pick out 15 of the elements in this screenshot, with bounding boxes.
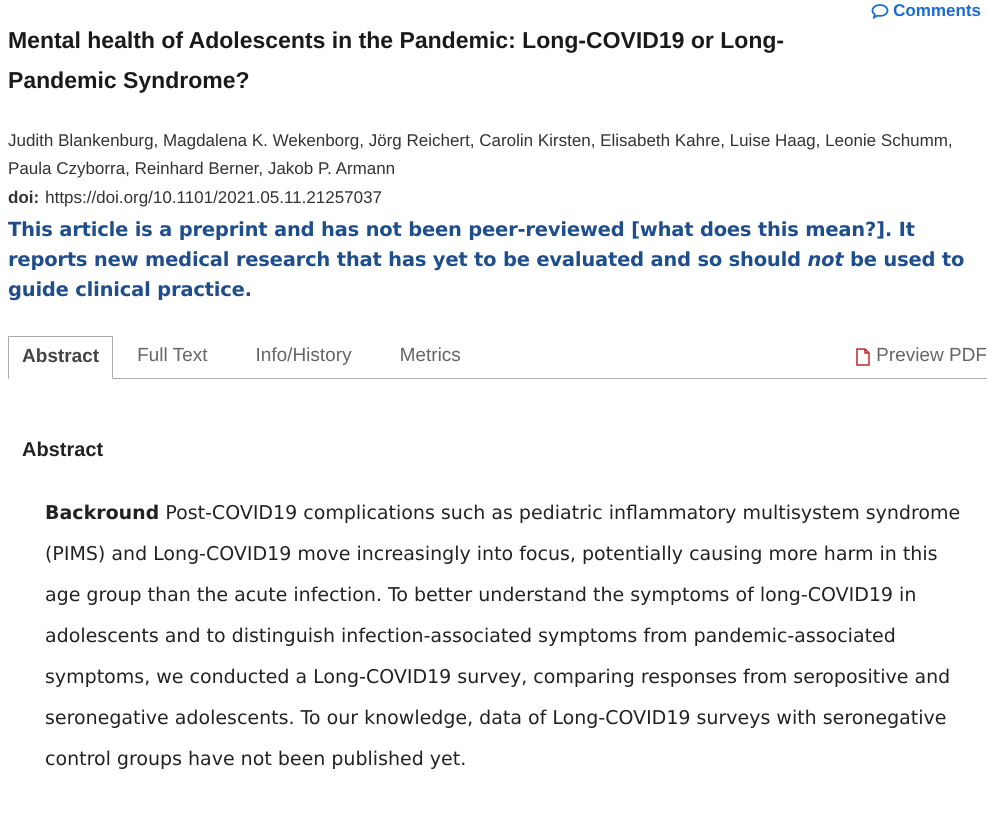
preprint-notice: This article is a preprint and has not been peer-reviewed [what does this mean?]. It reports new medical research that has yet to be evaluated and so should not be used to guide clinical practice. xyxy=(8,217,966,303)
doi-label: doi: xyxy=(8,187,40,209)
tab[interactable]: Metrics xyxy=(376,335,485,378)
abstract-paragraph: Backround Post-COVID19 complications such as pediatric inflammatory multisystem syndrome (PIMS) and Long-COVID19 move increasingly into focus, potentially causing more harm in this age group than the acute infection. To better understand the symptoms of long-COVID19 in adolescents and to distinguish infection-associated symptoms from pandemic-associated symptoms, we conducted a Long-COVID19 survey, comparing responses from seropositive and seronegative adolescents. To our knowledge, data of Long-COVID19 surveys with seronegative control groups have not been published yet. xyxy=(45,501,962,772)
what-does-this-mean-link[interactable]: [what does this mean?] xyxy=(631,218,885,241)
comments-link[interactable]: Comments xyxy=(871,0,981,22)
preview-pdf-link[interactable]: Preview PDF xyxy=(856,335,987,378)
article-title: Mental health of Adolescents in the Pandemic: Long-COVID19 or Long-Pandemic Syndrome? xyxy=(8,26,786,95)
doi-link[interactable]: https://doi.org/10.1101/2021.05.11.21257037 xyxy=(45,185,382,211)
tab[interactable]: Info/History xyxy=(231,335,376,378)
abstract-heading: Abstract xyxy=(22,438,104,463)
document-icon xyxy=(856,348,870,366)
tab[interactable]: Abstract xyxy=(8,336,114,379)
speech-bubble-icon xyxy=(871,3,890,19)
tab[interactable]: Full Text xyxy=(113,335,232,378)
